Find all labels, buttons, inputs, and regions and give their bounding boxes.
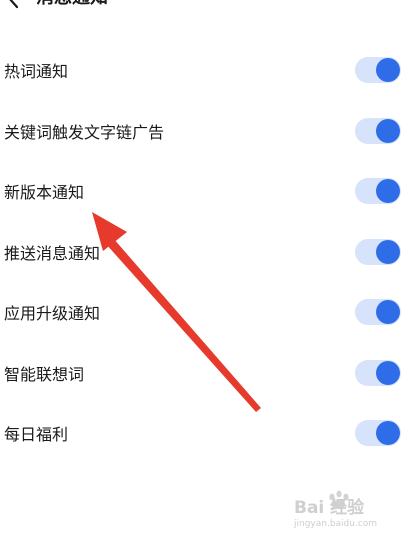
toggle-knob	[376, 300, 400, 325]
setting-row-push-messages: 推送消息通知	[0, 222, 409, 283]
setting-row-smart-suggest: 智能联想词	[0, 343, 409, 404]
daily-benefits-toggle[interactable]	[355, 420, 401, 447]
setting-label: 新版本通知	[4, 183, 85, 203]
page-title: 消息通知	[36, 0, 108, 10]
setting-row-hot-words: 热词通知	[0, 40, 409, 101]
hot-words-toggle[interactable]	[355, 57, 401, 84]
setting-label: 应用升级通知	[4, 304, 101, 324]
back-arrow-icon[interactable]	[2, 0, 26, 10]
setting-label: 热词通知	[4, 62, 69, 82]
settings-list: 热词通知 关键词触发文字链广告 新版本通知 推送消息通知 应用升级通知 智能联想…	[0, 40, 409, 464]
app-upgrade-toggle[interactable]	[355, 299, 401, 326]
toggle-knob	[376, 118, 400, 143]
smart-suggest-toggle[interactable]	[355, 359, 401, 386]
setting-label: 推送消息通知	[4, 243, 101, 263]
keyword-ads-toggle[interactable]	[355, 117, 401, 144]
setting-row-app-upgrade: 应用升级通知	[0, 282, 409, 343]
new-version-toggle[interactable]	[355, 178, 401, 205]
setting-row-daily-benefits: 每日福利	[0, 403, 409, 464]
setting-label: 每日福利	[4, 425, 69, 445]
svg-text:jingyan.baidu.com: jingyan.baidu.com	[293, 519, 377, 529]
baidu-jingyan-watermark-icon: Bai 经验 jingyan.baidu.com	[293, 490, 377, 529]
toggle-knob	[376, 360, 400, 385]
setting-label: 智能联想词	[4, 364, 85, 384]
push-messages-toggle[interactable]	[355, 238, 401, 265]
toggle-knob	[376, 421, 400, 446]
header: 消息通知	[0, 0, 409, 14]
toggle-knob	[376, 179, 400, 204]
toggle-knob	[376, 58, 400, 83]
setting-row-new-version: 新版本通知	[0, 161, 409, 222]
setting-label: 关键词触发文字链广告	[4, 122, 165, 142]
toggle-knob	[376, 239, 400, 264]
svg-text:Bai 经验: Bai 经验	[294, 497, 365, 518]
setting-row-keyword-ads: 关键词触发文字链广告	[0, 101, 409, 162]
